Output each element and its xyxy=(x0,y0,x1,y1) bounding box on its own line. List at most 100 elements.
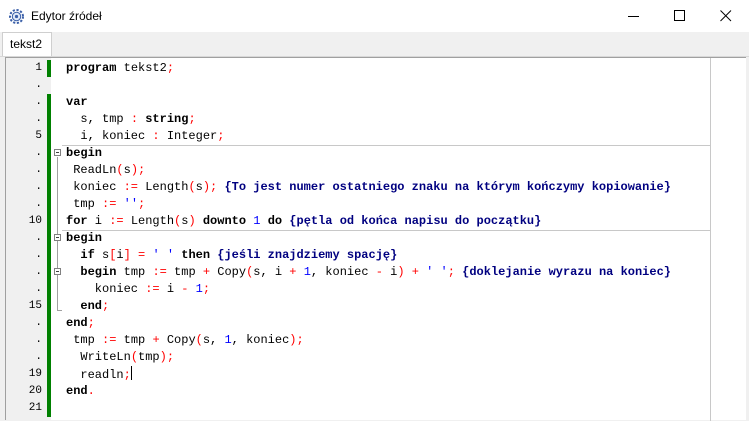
code-token: i xyxy=(87,214,110,228)
code-editor[interactable]: 1 program tekst2;.. var . s, tmp : string; 5… xyxy=(5,57,747,421)
maximize-icon xyxy=(674,10,685,21)
code-token: + xyxy=(202,265,211,279)
code-token: 1 xyxy=(195,282,203,296)
code-token: + xyxy=(152,333,160,347)
code-token: ; xyxy=(123,368,131,382)
code-text: begin xyxy=(66,230,102,247)
code-line[interactable]: 1 program tekst2; xyxy=(6,60,747,77)
code-text: end. xyxy=(66,383,95,400)
code-token: s, tmp xyxy=(66,112,131,126)
minimize-button[interactable] xyxy=(611,0,657,32)
code-text: koniec := i - 1; xyxy=(66,281,210,298)
code-token: 1 xyxy=(224,333,232,347)
code-line[interactable]: . s, tmp : string; xyxy=(6,111,747,128)
line-number: . xyxy=(35,283,42,295)
code-token: WriteLn xyxy=(66,350,131,364)
code-token: : xyxy=(130,112,139,126)
code-token: var xyxy=(66,95,88,109)
code-line[interactable]: 20 end. xyxy=(6,383,747,400)
code-line[interactable]: . begin xyxy=(6,145,747,162)
code-token: {jeśli znajdziemy spację} xyxy=(217,248,398,262)
code-line[interactable]: 15 end; xyxy=(6,298,747,315)
line-number: . xyxy=(35,96,42,108)
code-token: begin xyxy=(80,265,117,279)
title-bar[interactable]: Edytor źródeł xyxy=(0,0,749,32)
code-token: Copy xyxy=(210,265,247,279)
code-line[interactable]: 10 for i := Length(s) downto 1 do {pętla … xyxy=(6,213,747,230)
code-text: var xyxy=(66,94,88,111)
minimize-icon xyxy=(628,16,639,17)
code-token: koniec xyxy=(66,180,124,194)
code-token: tmp xyxy=(66,333,103,347)
code-token: ( xyxy=(188,180,196,194)
code-token: := xyxy=(152,265,167,279)
code-line[interactable]: . tmp := tmp + Copy(s, 1, koniec); xyxy=(6,332,747,349)
line-number: 19 xyxy=(28,368,42,380)
source-editor-window: Edytor źródeł tekst2 1 program tekst2; .… xyxy=(0,0,749,421)
code-text: tmp := ''; xyxy=(66,196,145,213)
code-line[interactable]: . ReadLn(s); xyxy=(6,162,747,179)
code-token: := xyxy=(102,197,117,211)
code-token: then xyxy=(181,248,211,262)
line-number: . xyxy=(35,113,42,125)
code-token: ( xyxy=(130,350,139,364)
line-number: 20 xyxy=(28,385,42,397)
app-gear-icon xyxy=(9,9,24,24)
code-token: ; xyxy=(296,333,304,347)
code-token: - xyxy=(375,265,383,279)
code-token: {To jest numer ostatniego znaku na który… xyxy=(224,180,671,194)
maximize-button[interactable] xyxy=(657,0,703,32)
code-token: i, koniec xyxy=(66,129,153,143)
code-line[interactable]: . WriteLn(tmp); xyxy=(6,349,747,366)
code-line[interactable]: . koniec := Length(s); {To jest numer os… xyxy=(6,179,747,196)
code-text: if s[i] = ' ' then {jeśli znajdziemy spa… xyxy=(66,247,397,264)
line-number: . xyxy=(35,351,42,363)
tab-label: tekst2 xyxy=(10,37,43,51)
code-token: tmp xyxy=(116,333,153,347)
code-token: s xyxy=(94,248,110,262)
code-token: Length xyxy=(123,214,175,228)
code-line[interactable]: 21 xyxy=(6,400,747,417)
code-line[interactable]: 5 i, koniec : Integer; xyxy=(6,128,747,145)
code-token: begin xyxy=(66,146,103,160)
code-token: ] xyxy=(123,248,131,262)
tab-tekst2[interactable]: tekst2 xyxy=(2,32,52,56)
code-line[interactable]: . xyxy=(6,77,747,94)
line-number: . xyxy=(35,317,42,329)
code-token: do xyxy=(267,214,283,228)
tab-bar xyxy=(0,32,749,57)
code-token: Copy xyxy=(159,333,196,347)
code-line[interactable]: . if s[i] = ' ' then {jeśli znajdziemy s… xyxy=(6,247,747,264)
code-text: i, koniec : Integer; xyxy=(66,128,224,145)
code-line[interactable]: . begin tmp := tmp + Copy(s, i + 1, koni… xyxy=(6,264,747,281)
code-line[interactable]: 19 readln; xyxy=(6,366,747,383)
line-number: . xyxy=(35,334,42,346)
code-token: := xyxy=(109,214,124,228)
code-token: end xyxy=(80,299,103,313)
code-line[interactable]: . begin xyxy=(6,230,747,247)
code-token: i xyxy=(116,248,124,262)
line-number: . xyxy=(35,181,42,193)
line-number: . xyxy=(35,164,42,176)
line-number: . xyxy=(35,79,42,91)
code-token: s xyxy=(195,180,203,194)
text-caret xyxy=(130,366,132,380)
code-line[interactable]: . tmp := ''; xyxy=(6,196,747,213)
code-token: ; xyxy=(202,282,211,296)
code-line[interactable]: . end; xyxy=(6,315,747,332)
code-token: '' xyxy=(123,197,139,211)
code-token: ; xyxy=(217,129,225,143)
code-token: if xyxy=(80,248,95,262)
code-token: , koniec xyxy=(231,333,290,347)
code-token: tmp xyxy=(138,350,160,364)
code-token: ; xyxy=(188,112,196,126)
code-token: end xyxy=(66,316,88,330)
code-token: ; xyxy=(138,197,146,211)
code-line[interactable]: . var xyxy=(6,94,747,111)
code-token: end xyxy=(66,384,88,398)
code-line[interactable]: . koniec := i - 1; xyxy=(6,281,747,298)
close-button[interactable] xyxy=(703,0,749,32)
